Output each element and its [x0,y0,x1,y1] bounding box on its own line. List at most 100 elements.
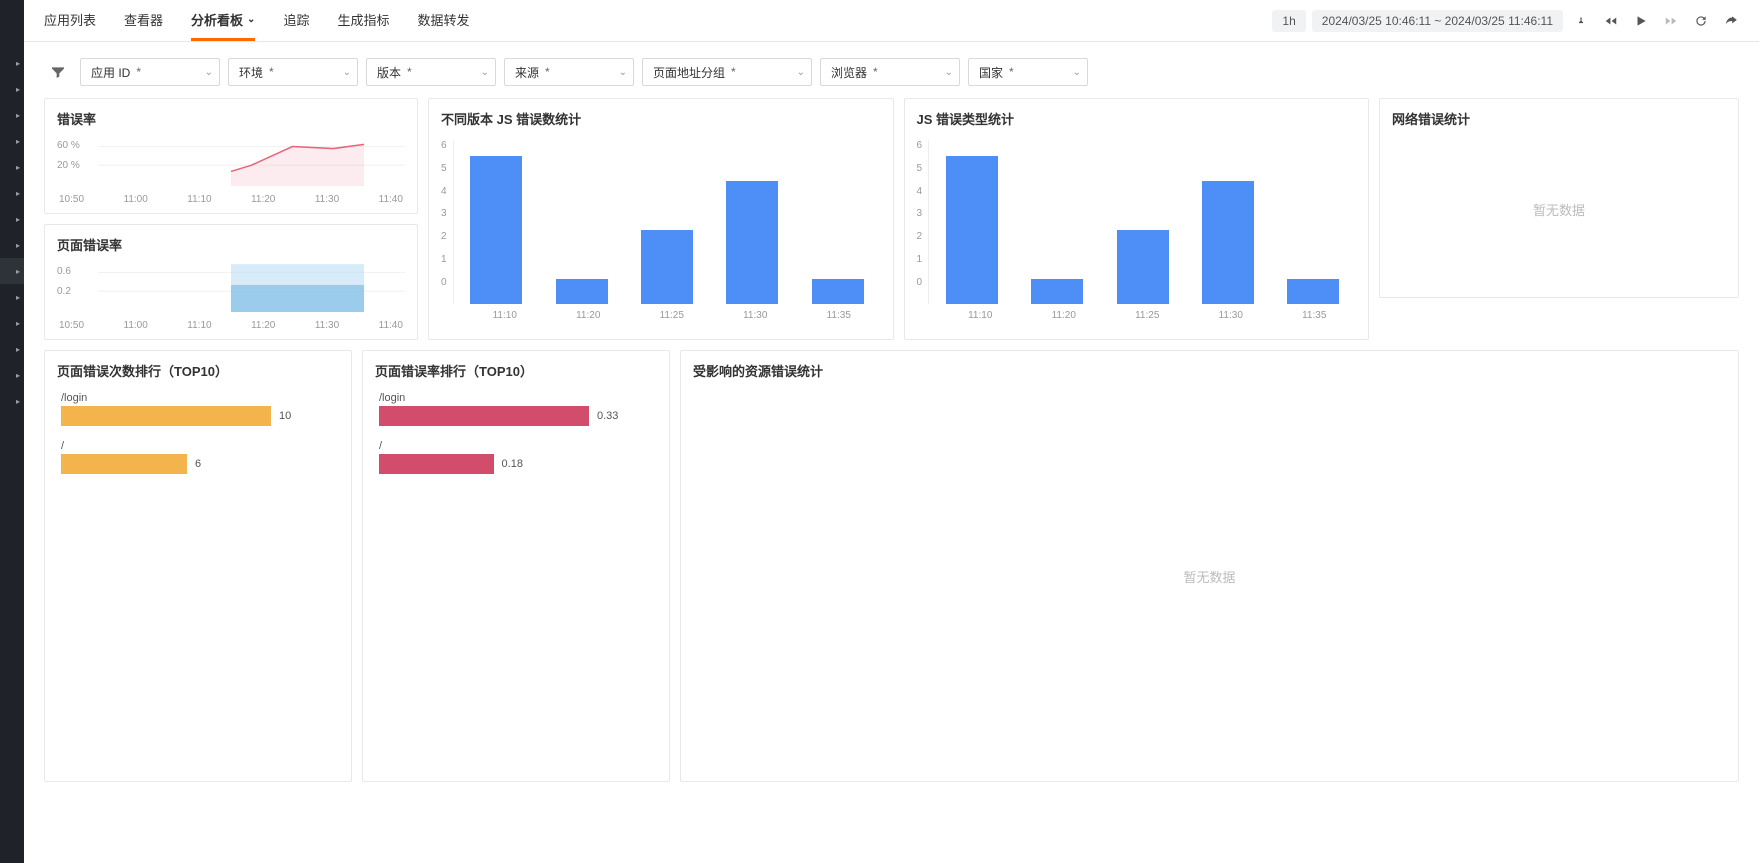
chevron-right-icon: ▸ [16,241,20,250]
sidebar-item-3[interactable]: ▸ [0,102,24,128]
hbar [379,406,589,426]
toolbar-right: 1h 2024/03/25 10:46:11 ~ 2024/03/25 11:4… [1272,9,1743,33]
sidebar-item-8[interactable]: ▸ [0,232,24,258]
sidebar-item-4[interactable]: ▸ [0,128,24,154]
card-js-type: JS 错误类型统计 6543210 11:1011:2011:2511:3011… [904,98,1370,340]
hbar [61,406,271,426]
sidebar-item-7[interactable]: ▸ [0,206,24,232]
sidebar-item-2[interactable]: ▸ [0,76,24,102]
chevron-down-icon: ⌄ [343,67,351,78]
filter-value: * [731,65,791,79]
filter-country[interactable]: 国家*⌄ [968,58,1088,86]
x-tick: 11:30 [315,194,339,205]
forward-icon[interactable] [1659,9,1683,33]
filter-pagegroup[interactable]: 页面地址分组*⌄ [642,58,812,86]
y-axis: 6543210 [917,140,929,288]
filter-label: 国家 [979,64,1003,81]
bar [1287,279,1339,304]
refresh-icon[interactable] [1689,9,1713,33]
tab-analysis[interactable]: 分析看板⌄ [191,0,255,41]
rewind-icon[interactable] [1599,9,1623,33]
sidebar-item-1[interactable]: ▸ [0,50,24,76]
play-icon[interactable] [1629,9,1653,33]
sidebar-item-10[interactable]: ▸ [0,284,24,310]
filter-label: 页面地址分组 [653,64,725,81]
x-tick: 11:30 [315,320,339,331]
filter-label: 版本 [377,64,401,81]
sidebar-item-5[interactable]: ▸ [0,154,24,180]
pin-icon[interactable] [1569,9,1593,33]
hbar-row: /login10 [45,392,351,426]
chart-js-version: 6543210 [429,134,893,304]
sidebar: ▸ ▸ ▸ ▸ ▸ ▸ ▸ ▸ ▸ ▸ ▸ ▸ ▸ ▸ [0,0,24,863]
filter-value: * [545,65,613,79]
filter-label: 来源 [515,64,539,81]
hbar-label: / [379,440,653,452]
tab-viewer[interactable]: 查看器 [124,0,163,41]
tab-metrics[interactable]: 生成指标 [337,0,389,41]
bar [1031,279,1083,304]
filter-label: 环境 [239,64,263,81]
x-axis: 11:1011:2011:2511:3011:35 [429,304,893,331]
x-axis: 10:50 11:00 11:10 11:20 11:30 11:40 [45,194,417,213]
chevron-right-icon: ▸ [16,345,20,354]
filter-icon[interactable] [44,58,72,86]
y-axis: 6543210 [441,140,453,288]
card-page-err-rate: 页面错误率 0.6 0.2 10:50 [44,224,418,340]
sidebar-item-11[interactable]: ▸ [0,310,24,336]
bar-area [928,140,1356,304]
card-title: 不同版本 JS 错误数统计 [429,99,893,134]
chevron-down-icon: ⌄ [945,67,953,78]
card-js-version: 不同版本 JS 错误数统计 6543210 11:1011:2011:2511:… [428,98,894,340]
tab-label: 分析看板 [191,10,243,29]
sidebar-item-12[interactable]: ▸ [0,336,24,362]
bar-area [453,140,881,304]
sidebar-item-6[interactable]: ▸ [0,180,24,206]
chevron-right-icon: ▸ [16,293,20,302]
chevron-right-icon: ▸ [16,59,20,68]
x-axis: 11:1011:2011:2511:3011:35 [905,304,1369,331]
tab-app-list[interactable]: 应用列表 [44,0,96,41]
hbar [379,454,494,474]
filter-label: 应用 ID [91,64,130,81]
sidebar-item-14[interactable]: ▸ [0,388,24,414]
bar [641,230,693,304]
hbar-value: 6 [195,458,201,470]
tab-forward[interactable]: 数据转发 [417,0,469,41]
chevron-down-icon: ⌄ [1073,67,1081,78]
card-title: 网络错误统计 [1380,99,1738,134]
filter-env[interactable]: 环境 * ⌄ [228,58,358,86]
card-title: JS 错误类型统计 [905,99,1369,134]
y-tick: 60 % [57,140,80,151]
chevron-right-icon: ▸ [16,137,20,146]
filter-browser[interactable]: 浏览器*⌄ [820,58,960,86]
filter-version[interactable]: 版本*⌄ [366,58,496,86]
filter-app-id[interactable]: 应用 ID*⌄ [80,58,220,86]
bar [1117,230,1169,304]
share-icon[interactable] [1719,9,1743,33]
chevron-right-icon: ▸ [16,371,20,380]
card-net-err: 网络错误统计 暂无数据 [1379,98,1739,298]
time-preset[interactable]: 1h [1272,10,1305,32]
card-title: 页面错误次数排行（TOP10） [45,351,351,386]
x-tick: 11:00 [124,194,148,205]
filter-source[interactable]: 来源*⌄ [504,58,634,86]
filter-value: * [407,65,475,79]
x-axis: 10:50 11:00 11:10 11:20 11:30 11:40 [45,320,417,339]
bar [470,156,522,304]
no-data: 暂无数据 [681,386,1738,766]
bar [556,279,608,304]
sidebar-item-13[interactable]: ▸ [0,362,24,388]
y-tick: 0.6 [57,266,71,277]
card-title: 错误率 [45,99,417,134]
time-range[interactable]: 2024/03/25 10:46:11 ~ 2024/03/25 11:46:1… [1312,10,1563,32]
x-tick: 10:50 [59,320,84,331]
tab-trace[interactable]: 追踪 [283,0,309,41]
hbar [61,454,187,474]
filter-value: * [269,65,337,79]
hbar-row: /login0.33 [363,392,669,426]
chevron-down-icon: ⌄ [205,67,213,78]
sidebar-item-9[interactable]: ▸ [0,258,24,284]
hbar-label: /login [61,392,335,404]
bar [726,181,778,304]
